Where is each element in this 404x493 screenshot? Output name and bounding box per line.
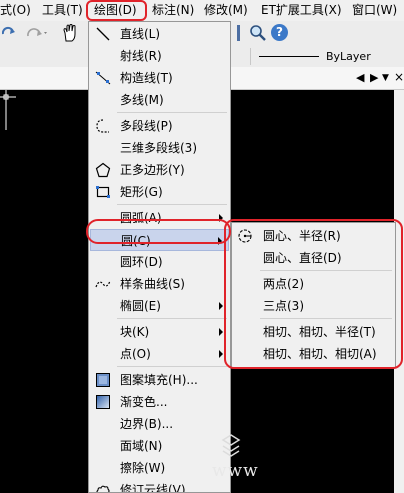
- draw-menu-highlight-outline: [86, 0, 147, 21]
- tab-scroll-left-icon[interactable]: ◀: [356, 72, 364, 84]
- menu-item-rectangle-label: 矩形(G): [120, 185, 163, 199]
- circle-submenu-highlight-outline: [224, 219, 403, 369]
- menu-item-3d-polyline-label: 三维多段线(3): [120, 141, 197, 155]
- construction-line-icon: [95, 71, 111, 85]
- submenu-arrow-icon: [219, 350, 223, 358]
- gradient-icon: [96, 395, 110, 409]
- line-icon: [96, 27, 110, 41]
- menu-item-ellipse[interactable]: 椭圆(E): [90, 295, 229, 317]
- crosshair-cursor-icon: [0, 90, 16, 130]
- menu-item-multiline-label: 多线(M): [120, 93, 164, 107]
- close-tab-icon[interactable]: ×: [394, 70, 404, 84]
- menu-separator: [117, 112, 227, 113]
- revision-cloud-icon: [96, 485, 110, 492]
- menu-separator: [117, 204, 227, 205]
- menu-item-revision-cloud-label: 修订云线(V): [120, 483, 186, 492]
- menu-dimension[interactable]: 标注(N): [152, 2, 194, 19]
- undo-arrow-icon[interactable]: [24, 26, 48, 40]
- menu-item-boundary-label: 边界(B)...: [120, 417, 174, 431]
- menu-format[interactable]: 式(O): [0, 2, 31, 19]
- menu-item-construction-line-label: 构造线(T): [120, 71, 173, 85]
- menu-modify[interactable]: 修改(M): [204, 2, 248, 19]
- hatch-icon: [96, 373, 110, 387]
- linetype-dropdown[interactable]: ByLayer: [250, 48, 404, 65]
- menu-item-spline-label: 样条曲线(S): [120, 277, 185, 291]
- submenu-arrow-icon: [219, 302, 223, 310]
- menu-item-block[interactable]: 块(K): [90, 321, 229, 343]
- menu-item-3d-polyline[interactable]: 三维多段线(3): [90, 137, 229, 159]
- menu-item-construction-line[interactable]: 构造线(T): [90, 67, 229, 89]
- help-icon[interactable]: ?: [271, 24, 288, 41]
- menu-item-point-label: 点(O): [120, 347, 151, 361]
- menu-et-extensions[interactable]: ET扩展工具(X): [261, 2, 342, 19]
- polygon-icon: [95, 162, 111, 178]
- menu-item-rectangle[interactable]: 矩形(G): [90, 181, 229, 203]
- watermark: www: [212, 434, 392, 492]
- menu-tools[interactable]: 工具(T): [42, 2, 83, 19]
- menu-item-polyline[interactable]: 多段线(P): [90, 115, 229, 137]
- tab-scroll-right-icon[interactable]: ▶: [370, 72, 378, 84]
- tab-list-dropdown-icon[interactable]: ▼: [382, 72, 389, 84]
- menu-item-polyline-label: 多段线(P): [120, 119, 173, 133]
- menu-item-polygon[interactable]: 正多边形(Y): [90, 159, 229, 181]
- menu-item-ellipse-label: 椭圆(E): [120, 299, 161, 313]
- rectangle-icon: [96, 186, 110, 198]
- redo-arrow-icon[interactable]: [2, 25, 16, 41]
- menu-item-donut-label: 圆环(D): [120, 255, 163, 269]
- menu-item-boundary[interactable]: 边界(B)...: [90, 413, 229, 435]
- watermark-text: www: [212, 461, 259, 481]
- menu-item-region[interactable]: 面域(N): [90, 435, 229, 457]
- zoom-magnifier-icon[interactable]: [249, 24, 267, 42]
- submenu-arrow-icon: [219, 328, 223, 336]
- menu-item-multiline[interactable]: 多线(M): [90, 89, 229, 111]
- watermark-logo-icon: [221, 434, 241, 457]
- pan-hand-icon[interactable]: [62, 24, 78, 42]
- polyline-icon: [96, 119, 109, 133]
- menu-item-gradient[interactable]: 渐变色...: [90, 391, 229, 413]
- menu-window[interactable]: 窗口(W): [352, 2, 397, 19]
- menu-item-region-label: 面域(N): [120, 439, 163, 453]
- menu-item-ray[interactable]: 射线(R): [90, 45, 229, 67]
- menu-item-spline[interactable]: 样条曲线(S): [90, 273, 229, 295]
- menu-item-ray-label: 射线(R): [120, 49, 162, 63]
- menu-item-polygon-label: 正多边形(Y): [120, 163, 185, 177]
- menu-item-wipeout[interactable]: 擦除(W): [90, 457, 229, 479]
- menu-item-hatch-label: 图案填充(H)...: [120, 373, 198, 387]
- draw-dropdown-menu: 直线(L) 射线(R) 构造线(T) 多线(M) 多段线(P) 三维多段线(3)…: [88, 21, 231, 493]
- menu-item-revision-cloud[interactable]: 修订云线(V): [90, 479, 229, 492]
- circle-item-highlight-outline: [86, 219, 231, 244]
- linetype-sample-line: [259, 56, 319, 57]
- menu-item-donut[interactable]: 圆环(D): [90, 251, 229, 273]
- menu-item-wipeout-label: 擦除(W): [120, 461, 166, 475]
- menu-separator: [117, 366, 227, 367]
- menu-item-hatch[interactable]: 图案填充(H)...: [90, 369, 229, 391]
- menu-item-block-label: 块(K): [120, 325, 150, 339]
- toolbar-divider-icon: [237, 25, 240, 41]
- spline-icon: [95, 280, 111, 288]
- menu-item-line-label: 直线(L): [120, 27, 161, 41]
- menu-bar: 式(O) 工具(T) 绘图(D) 标注(N) 修改(M) ET扩展工具(X) 窗…: [0, 0, 404, 21]
- linetype-value: ByLayer: [326, 50, 371, 63]
- menu-item-point[interactable]: 点(O): [90, 343, 229, 365]
- menu-item-gradient-label: 渐变色...: [120, 395, 168, 409]
- menu-item-line[interactable]: 直线(L): [90, 23, 229, 45]
- menu-separator: [117, 318, 227, 319]
